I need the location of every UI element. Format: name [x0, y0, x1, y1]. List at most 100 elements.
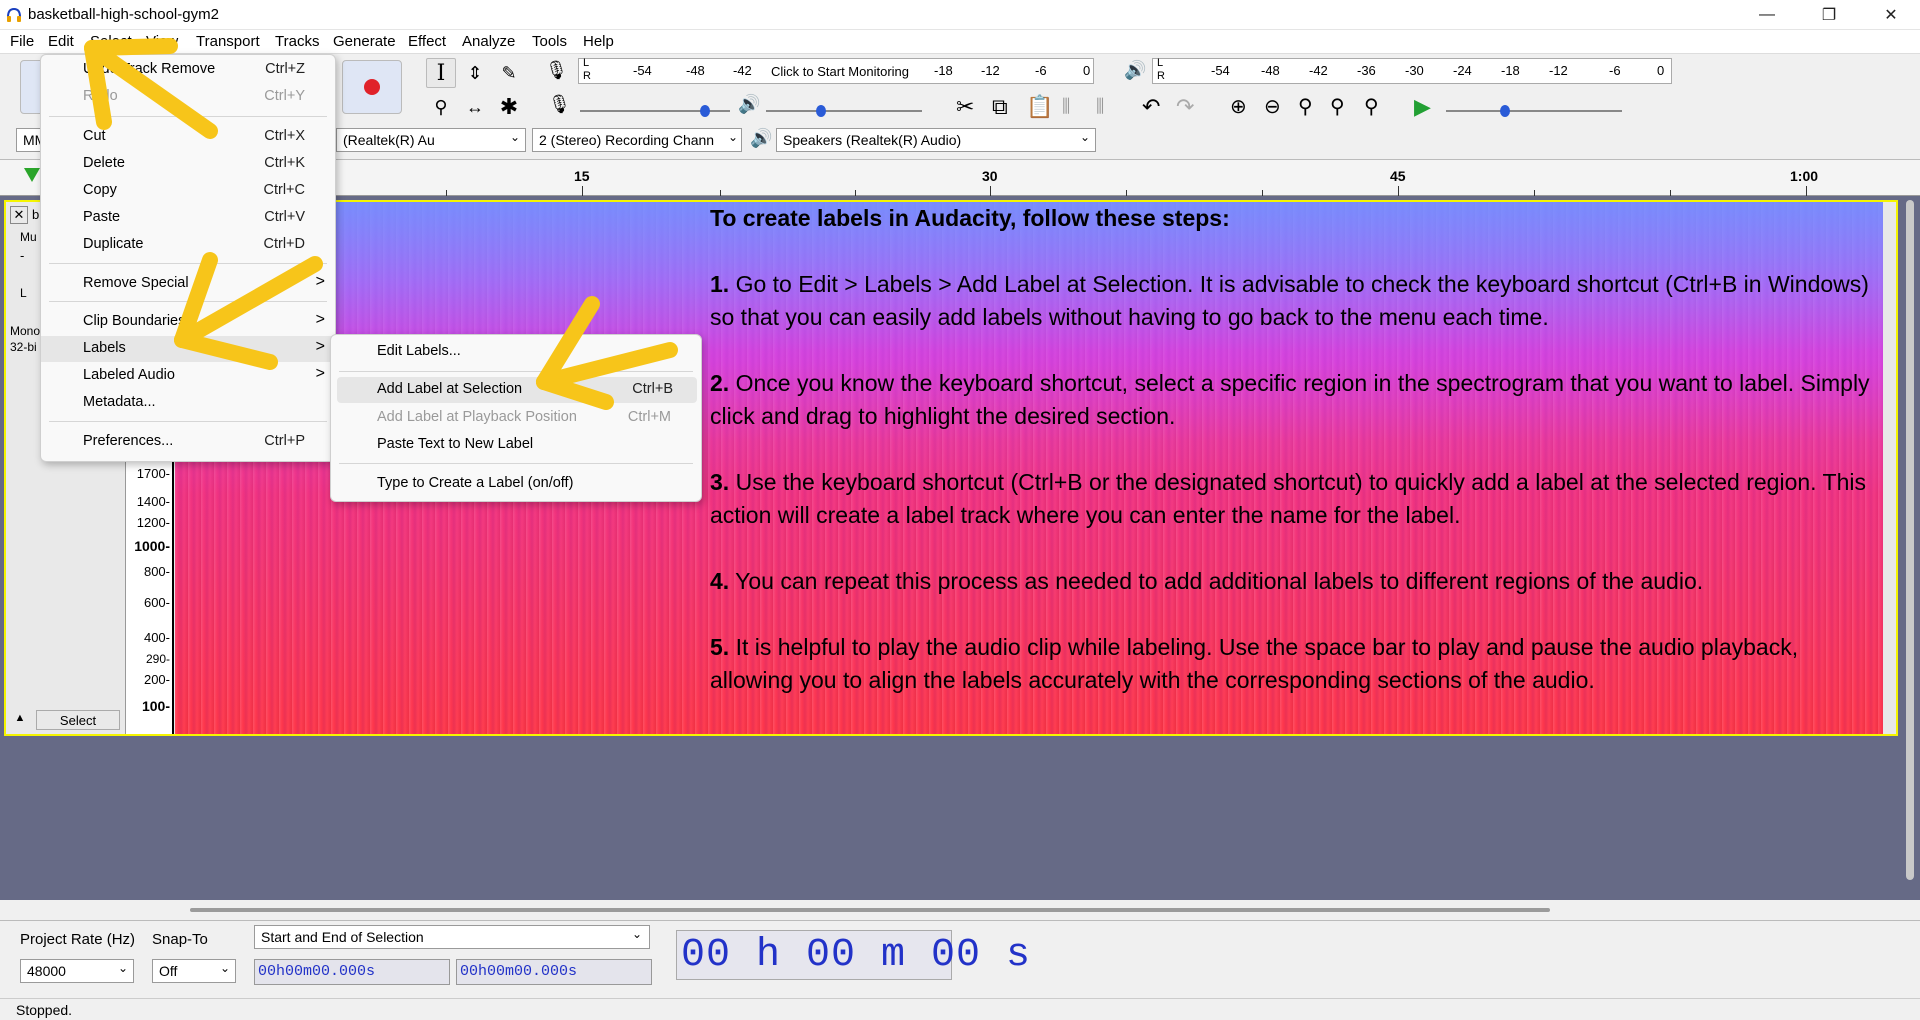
scale-label: 1000-	[134, 538, 170, 554]
collapse-track-button[interactable]: ▲	[10, 712, 30, 730]
step-5: 5. It is helpful to play the audio clip …	[710, 631, 1880, 697]
step-4: 4. You can repeat this process as needed…	[710, 565, 1880, 598]
playback-device-icon: 🔊	[750, 128, 773, 148]
silence-icon[interactable]: ⫼	[1096, 96, 1104, 117]
play-at-speed-icon[interactable]: ▶	[1414, 94, 1431, 120]
playback-tick: -42	[1309, 63, 1328, 78]
record-tick: -12	[981, 63, 1000, 78]
trim-icon[interactable]: ⫼	[1062, 96, 1070, 117]
zoom-in-icon[interactable]: ⊕	[1230, 94, 1247, 119]
scale-label: 600-	[143, 595, 170, 610]
pencil-icon: ✎	[501, 62, 517, 83]
menu-item-label: Metadata...	[83, 394, 156, 410]
record-meter-l: L	[583, 57, 590, 69]
ruler-major-tick	[1806, 186, 1807, 196]
track-name-button[interactable]: b	[32, 207, 39, 222]
close-button[interactable]: ✕	[1862, 0, 1920, 30]
annotation-arrow-labels	[174, 252, 323, 370]
recording-volume-thumb[interactable]	[700, 105, 710, 117]
copy-icon[interactable]: ⧉	[992, 94, 1008, 120]
step-number: 2.	[710, 370, 730, 396]
menu-tracks[interactable]: Tracks	[275, 33, 319, 50]
instruction-overlay: To create labels in Audacity, follow the…	[710, 202, 1880, 732]
asterisk-icon: ✱	[499, 94, 519, 119]
menu-item-preferences[interactable]: Preferences... Ctrl+P	[41, 429, 335, 455]
minimize-button[interactable]: —	[1738, 0, 1796, 30]
menu-item-type-to-create-label[interactable]: Type to Create a Label (on/off)	[331, 471, 701, 497]
menu-analyze[interactable]: Analyze	[462, 33, 515, 50]
record-meter[interactable]: L R -54 -48 -42 Click to Start Monitorin…	[578, 57, 1094, 84]
audio-position-display[interactable]: 00 h 00 m 00 s	[676, 930, 1030, 980]
status-bar: Stopped.	[0, 998, 1920, 1020]
step-text: Once you know the keyboard shortcut, sel…	[710, 370, 1870, 429]
menu-help[interactable]: Help	[583, 33, 614, 50]
menu-item-paste-text-to-new-label[interactable]: Paste Text to New Label	[331, 432, 701, 458]
ruler-tick: 1:00	[1790, 168, 1819, 184]
menu-item-copy[interactable]: Copy Ctrl+C	[41, 178, 335, 204]
selection-tool-button[interactable]: I	[426, 58, 456, 88]
click-to-start-monitoring[interactable]: Click to Start Monitoring	[771, 64, 909, 79]
menu-tools[interactable]: Tools	[532, 33, 567, 50]
menu-item-delete[interactable]: Delete Ctrl+K	[41, 151, 335, 177]
maximize-button[interactable]: ❐	[1800, 0, 1858, 30]
timeshift-tool-button[interactable]: ↔	[460, 92, 490, 122]
menu-item-metadata[interactable]: Metadata...	[41, 390, 335, 416]
playback-tick: -18	[1501, 63, 1520, 78]
mute-button[interactable]: Mu	[20, 230, 37, 244]
zoom-tool-button[interactable]: ⚲	[426, 92, 456, 122]
menu-file[interactable]: File	[10, 33, 34, 50]
menu-separator	[49, 421, 327, 422]
ruler-tick: 45	[1390, 168, 1406, 184]
menu-effect[interactable]: Effect	[408, 33, 446, 50]
menu-generate[interactable]: Generate	[333, 33, 396, 50]
recording-channels-select[interactable]: 2 (Stereo) Recording Chann	[532, 128, 742, 152]
step-number: 4.	[710, 568, 730, 594]
fit-project-icon[interactable]: ⚲	[1330, 94, 1345, 119]
ruler-major-tick	[990, 186, 991, 196]
double-arrow-icon: ↔	[466, 96, 484, 117]
playback-device-select[interactable]: Speakers (Realtek(R) Audio)	[776, 128, 1096, 152]
playback-tick: -24	[1453, 63, 1472, 78]
zoom-toggle-icon[interactable]: ⚲	[1364, 94, 1379, 119]
playback-meter[interactable]: L R -54 -48 -42 -36 -30 -24 -18 -12 -6 0	[1152, 57, 1672, 84]
track-close-button[interactable]: ✕	[10, 206, 28, 224]
ruler-tick: 30	[982, 168, 998, 184]
playback-volume-slider[interactable]	[766, 110, 922, 112]
cut-icon[interactable]: ✂	[956, 94, 974, 120]
scale-label: 1400-	[136, 494, 170, 509]
play-speed-slider[interactable]	[1446, 110, 1622, 112]
draw-tool-button[interactable]: ✎	[494, 58, 524, 88]
menu-item-shortcut: Ctrl+V	[264, 209, 305, 225]
scale-label: 400-	[143, 630, 170, 645]
undo-icon[interactable]: ↶	[1142, 94, 1160, 120]
step-1: 1. Go to Edit > Labels > Add Label at Se…	[710, 268, 1880, 334]
menu-item-label: Copy	[83, 182, 117, 198]
recording-device-select[interactable]: (Realtek(R) Au	[336, 128, 526, 152]
step-3: 3. Use the keyboard shortcut (Ctrl+B or …	[710, 466, 1880, 532]
record-button[interactable]	[342, 60, 402, 114]
selection-start-time[interactable]: 00h00m00.000s	[254, 959, 450, 985]
horizontal-scrollbar[interactable]	[190, 908, 1550, 912]
paste-icon[interactable]: 📋	[1026, 94, 1053, 120]
selection-mode-select[interactable]: Start and End of Selection	[254, 925, 650, 949]
magnifier-icon: ⚲	[434, 96, 448, 117]
snap-to-label: Snap-To	[152, 931, 208, 948]
play-speed-thumb[interactable]	[1500, 105, 1510, 117]
menu-item-paste[interactable]: Paste Ctrl+V	[41, 205, 335, 231]
step-text: You can repeat this process as needed to…	[729, 568, 1704, 594]
zoom-out-icon[interactable]: ⊖	[1264, 94, 1281, 119]
selection-end-time[interactable]: 00h00m00.000s	[456, 959, 652, 985]
playback-volume-thumb[interactable]	[816, 105, 826, 117]
playback-tick: -30	[1405, 63, 1424, 78]
multi-tool-button[interactable]: ✱	[494, 92, 524, 122]
fit-selection-icon[interactable]: ⚲	[1298, 94, 1313, 119]
redo-icon[interactable]: ↷	[1176, 94, 1194, 120]
envelope-tool-button[interactable]: ⇕	[460, 58, 490, 88]
vertical-scrollbar[interactable]	[1906, 200, 1914, 880]
project-rate-select[interactable]: 48000	[20, 959, 134, 983]
playback-tick: -6	[1609, 63, 1621, 78]
menu-item-label: Delete	[83, 155, 125, 171]
select-track-button[interactable]: Select	[36, 710, 120, 730]
chevron-down-icon: ⌄	[220, 961, 231, 975]
record-tick: 0	[1083, 63, 1091, 78]
